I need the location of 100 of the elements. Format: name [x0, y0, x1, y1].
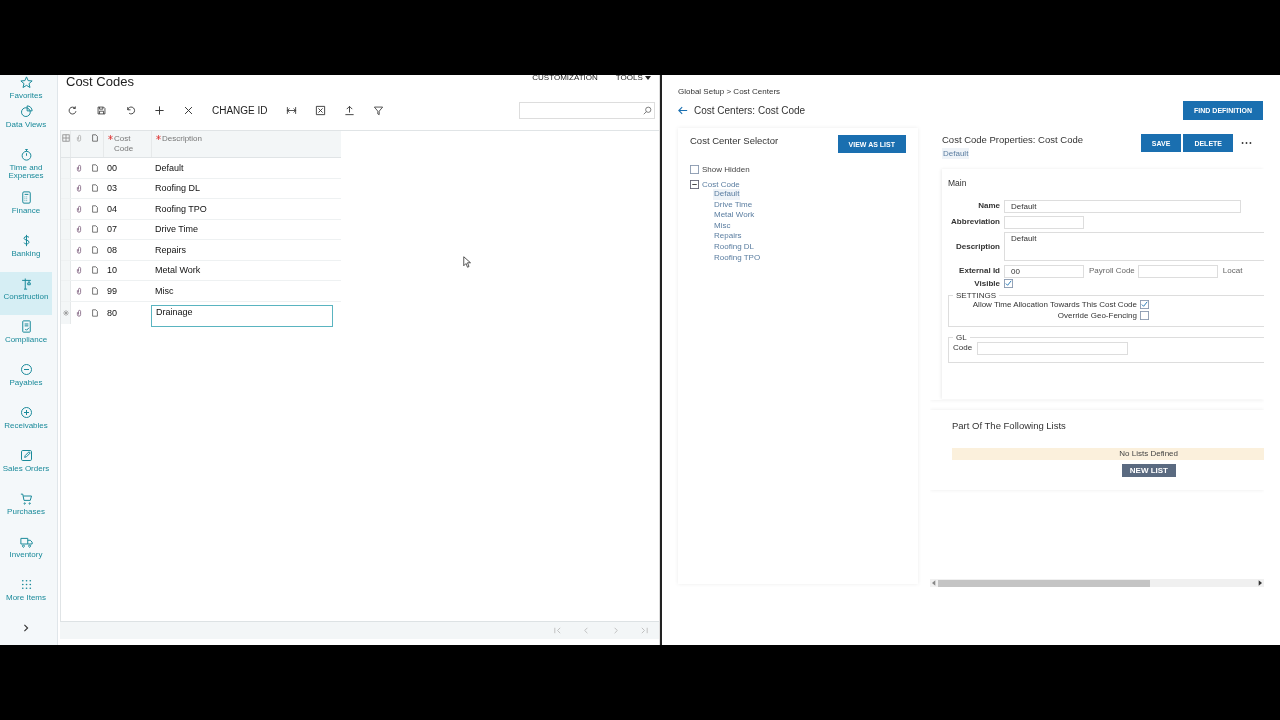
paperclip-icon[interactable]: [74, 184, 83, 193]
sidebar-item[interactable]: Sales Orders: [0, 444, 52, 487]
field-label: Payroll Code: [1088, 265, 1136, 277]
filter-icon[interactable]: [372, 104, 384, 116]
sidebar-item[interactable]: Purchases: [0, 487, 52, 530]
save-icon[interactable]: [96, 104, 107, 116]
back-arrow-icon[interactable]: [678, 105, 688, 115]
section-title: Main: [948, 178, 968, 188]
paperclip-icon[interactable]: [74, 308, 83, 317]
tools-menu[interactable]: TOOLS: [615, 73, 651, 82]
note-icon[interactable]: [90, 245, 99, 254]
tree-node[interactable]: Default: [713, 189, 741, 200]
tree-node[interactable]: Cost Code: [702, 180, 740, 189]
table-cell-text: 08: [106, 244, 118, 255]
breadcrumb[interactable]: Global Setup > Cost Centers: [678, 87, 1280, 96]
tree-node[interactable]: Metal Work: [713, 210, 756, 221]
sidebar-item[interactable]: More Items: [0, 573, 52, 616]
card-title: Part Of The Following Lists: [952, 420, 1067, 431]
tree-node[interactable]: Roofing TPO: [713, 252, 762, 264]
checkbox-label: Allow Time Allocation Towards This Cost Code: [972, 300, 1137, 309]
sidebar-item[interactable]: Receivables: [0, 401, 52, 444]
table-cell-text: Metal Work: [154, 265, 202, 276]
note-icon[interactable]: [90, 286, 99, 295]
field-label: Name: [977, 200, 1001, 212]
cart-icon: [18, 491, 34, 506]
sidebar-item[interactable]: Compliance: [0, 315, 52, 358]
name-field[interactable]: Default: [1004, 200, 1241, 213]
empty-message: No Lists Defined: [952, 448, 1264, 460]
sidebar-item[interactable]: Finance: [0, 186, 52, 229]
checkbox-label: Show Hidden: [702, 165, 750, 174]
table-cell-text: 99: [106, 285, 118, 296]
note-icon[interactable]: [90, 308, 99, 317]
table-cell-text: 10: [106, 265, 118, 276]
sidebar-item[interactable]: Favorites: [0, 75, 52, 100]
upload-icon[interactable]: [343, 104, 355, 116]
paperclip-icon[interactable]: [74, 163, 83, 172]
external-id-field[interactable]: 00: [1004, 265, 1084, 278]
paperclip-icon[interactable]: [74, 286, 83, 295]
tree-node[interactable]: Drive Time: [713, 199, 754, 211]
sidebar-item[interactable]: Inventory: [0, 530, 52, 573]
scroll-left-icon[interactable]: [930, 579, 938, 587]
scroll-right-icon[interactable]: [1256, 579, 1264, 587]
excel-icon[interactable]: [314, 104, 326, 116]
horizontal-scrollbar[interactable]: [930, 579, 1264, 587]
field-label: External Id: [958, 265, 1001, 277]
sidebar-item[interactable]: Construction: [0, 272, 52, 315]
star-icon: [18, 75, 34, 90]
table-cell-text: Drive Time: [154, 224, 199, 235]
column-header[interactable]: Description: [162, 134, 202, 144]
payroll-code-field[interactable]: [1137, 265, 1218, 278]
add-icon[interactable]: [154, 104, 165, 116]
search-field[interactable]: [519, 101, 655, 119]
new-list-button[interactable]: NEW LIST: [1121, 464, 1176, 477]
sidebar-item[interactable]: Data Views: [0, 100, 52, 143]
row-selector[interactable]: [61, 301, 71, 324]
note-icon[interactable]: [90, 163, 99, 172]
description-input[interactable]: Drainage: [151, 304, 333, 327]
customization-menu[interactable]: CUSTOMIZATION: [532, 73, 598, 82]
tree-node[interactable]: Misc: [713, 220, 732, 232]
group-title: SETTINGS: [955, 291, 997, 300]
abbreviation-field[interactable]: [1004, 216, 1084, 229]
checkbox[interactable]: [690, 165, 699, 174]
checkbox[interactable]: [1140, 300, 1149, 309]
note-icon[interactable]: [90, 204, 99, 213]
checkbox[interactable]: [1004, 279, 1013, 288]
change-id-button[interactable]: CHANGE ID: [212, 104, 268, 116]
sidebar-item[interactable]: Banking: [0, 229, 52, 272]
close-icon[interactable]: [183, 104, 194, 116]
fit-width-icon[interactable]: [285, 104, 297, 116]
note-icon[interactable]: [90, 266, 99, 275]
column-chooser-icon[interactable]: [61, 134, 70, 142]
column-header[interactable]: Cost Code: [114, 134, 151, 154]
asterisk-icon: [62, 309, 69, 316]
paperclip-icon[interactable]: [74, 204, 83, 213]
paperclip-icon[interactable]: [74, 225, 83, 234]
sidebar-item[interactable]: Time and Expenses: [0, 143, 52, 186]
tree-node[interactable]: Repairs: [713, 231, 743, 242]
checkbox[interactable]: [1140, 311, 1149, 320]
pie-chart-icon: [18, 104, 34, 119]
table-cell-text: 04: [106, 203, 118, 214]
sidebar-item[interactable]: Payables: [0, 358, 52, 401]
more-icon[interactable]: [1241, 141, 1252, 145]
undo-icon[interactable]: [125, 104, 136, 116]
field-label: Code: [953, 342, 974, 354]
table-cell-text: 00: [106, 162, 118, 173]
table-cell-text: 03: [106, 183, 118, 194]
description-field[interactable]: Default: [1004, 232, 1264, 261]
paperclip-icon[interactable]: [74, 266, 83, 275]
chevron-right-icon[interactable]: [22, 624, 30, 632]
checkbox-label: Override Geo-Fencing: [1057, 311, 1137, 320]
field-label: Abbreviation: [950, 216, 1001, 228]
note-icon[interactable]: [90, 184, 99, 193]
paperclip-icon[interactable]: [74, 245, 83, 254]
paperclip-icon: [74, 134, 83, 142]
gl-code-field[interactable]: [977, 342, 1128, 355]
note-icon[interactable]: [90, 225, 99, 234]
table-cell-text: Repairs: [154, 244, 187, 255]
refresh-icon[interactable]: [67, 104, 78, 116]
collapse-toggle[interactable]: [690, 180, 699, 189]
tree-node[interactable]: Roofing DL: [713, 241, 756, 253]
